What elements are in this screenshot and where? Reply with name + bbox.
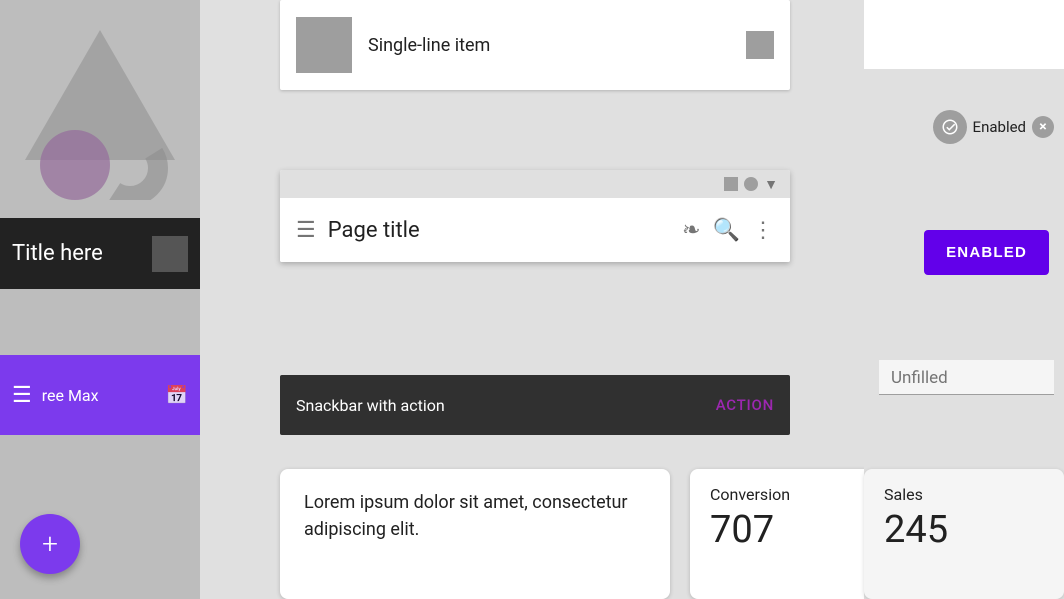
enabled-chip[interactable]: Enabled × — [933, 110, 1054, 144]
sales-value: 245 — [884, 508, 1044, 552]
sidebar-logo-icon — [20, 20, 180, 200]
status-circle-icon — [744, 177, 758, 191]
main-area: Single-line item ▼ ☰ Page title ❧ 🔍 ⋮ Sn… — [200, 0, 864, 599]
chip-avatar-icon — [933, 110, 967, 144]
sidebar-purple-label: ree Max — [42, 386, 156, 405]
unfilled-field: Unfilled — [879, 360, 1054, 395]
status-bar: ▼ — [280, 170, 790, 198]
unfilled-input-wrapper[interactable]: Unfilled — [879, 360, 1054, 395]
sidebar-purple-bar[interactable]: ☰ ree Max 📅 — [0, 355, 200, 435]
snackbar-message: Snackbar with action — [296, 396, 716, 415]
close-icon: × — [1039, 120, 1046, 134]
app-bar-title: Page title — [328, 218, 670, 243]
app-bar: ▼ ☰ Page title ❧ 🔍 ⋮ — [280, 170, 790, 262]
calendar-icon: 📅 — [166, 385, 188, 406]
snackbar: Snackbar with action ACTION — [280, 375, 790, 435]
lorem-ipsum-text: Lorem ipsum dolor sit amet, consectetur … — [304, 489, 646, 543]
sidebar-logo-area — [0, 0, 200, 220]
chip-label-text: Enabled — [973, 118, 1026, 136]
white-box-top — [864, 0, 1064, 70]
menu-icon[interactable]: ☰ — [296, 218, 316, 243]
fab-button[interactable]: + — [20, 514, 80, 574]
unfilled-label: Unfilled — [891, 368, 948, 388]
bottom-card-text: Lorem ipsum dolor sit amet, consectetur … — [280, 469, 670, 599]
right-panel: Enabled × ENABLED Unfilled Sales 245 — [864, 0, 1064, 599]
search-icon[interactable]: 🔍 — [713, 218, 740, 243]
enabled-button[interactable]: ENABLED — [924, 230, 1049, 275]
sales-label: Sales — [884, 485, 1044, 504]
share-icon[interactable]: ❧ — [682, 218, 700, 243]
single-line-action-icon — [746, 31, 774, 59]
single-line-label: Single-line item — [368, 35, 730, 56]
left-sidebar: Title here ☰ ree Max 📅 — [0, 0, 200, 599]
bottom-card-sales: Sales 245 — [864, 469, 1064, 599]
sidebar-title-text: Title here — [12, 241, 142, 266]
single-line-card: Single-line item — [280, 0, 790, 90]
status-chevron-icon: ▼ — [764, 176, 778, 193]
snackbar-action-button[interactable]: ACTION — [716, 396, 774, 414]
fab-plus-icon: + — [42, 530, 58, 558]
sidebar-title-square — [152, 236, 188, 272]
single-line-thumbnail — [296, 17, 352, 73]
chip-check-icon — [941, 118, 959, 136]
chip-close-button[interactable]: × — [1032, 116, 1054, 138]
sidebar-title-bar: Title here — [0, 218, 200, 289]
more-vert-icon[interactable]: ⋮ — [752, 218, 774, 243]
list-icon: ☰ — [12, 383, 32, 408]
status-square-icon — [724, 177, 738, 191]
app-bar-content: ☰ Page title ❧ 🔍 ⋮ — [280, 198, 790, 262]
